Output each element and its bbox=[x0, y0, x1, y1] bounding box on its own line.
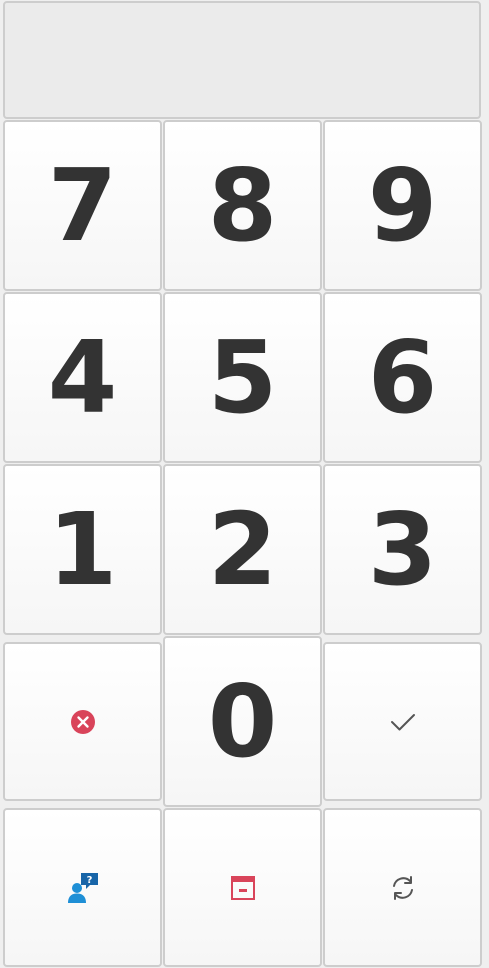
help-button[interactable]: ? bbox=[3, 808, 162, 967]
key-9[interactable]: 9 bbox=[323, 120, 482, 291]
key-8-label: 8 bbox=[207, 146, 278, 264]
key-3-label: 3 bbox=[367, 490, 438, 608]
key-6-label: 6 bbox=[367, 318, 438, 436]
user-question-icon: ? bbox=[66, 872, 100, 904]
key-9-label: 9 bbox=[367, 146, 438, 264]
clear-button[interactable] bbox=[3, 642, 162, 801]
refresh-icon bbox=[389, 874, 417, 902]
keypad: 7 8 9 4 5 6 1 2 3 0 ? bbox=[0, 0, 489, 968]
key-8[interactable]: 8 bbox=[163, 120, 322, 291]
key-7-label: 7 bbox=[47, 146, 118, 264]
checkmark-icon bbox=[389, 711, 417, 733]
entry-display bbox=[3, 1, 481, 119]
key-1-label: 1 bbox=[47, 490, 118, 608]
key-5-label: 5 bbox=[207, 318, 278, 436]
svg-text:?: ? bbox=[86, 875, 92, 886]
key-2[interactable]: 2 bbox=[163, 464, 322, 635]
refresh-button[interactable] bbox=[323, 808, 482, 967]
key-4-label: 4 bbox=[47, 318, 118, 436]
key-0[interactable]: 0 bbox=[163, 636, 322, 807]
confirm-button[interactable] bbox=[323, 642, 482, 801]
key-2-label: 2 bbox=[207, 490, 278, 608]
key-3[interactable]: 3 bbox=[323, 464, 482, 635]
close-circle-icon bbox=[70, 709, 96, 735]
key-5[interactable]: 5 bbox=[163, 292, 322, 463]
calendar-button[interactable] bbox=[163, 808, 322, 967]
key-4[interactable]: 4 bbox=[3, 292, 162, 463]
calendar-remove-icon bbox=[230, 875, 256, 901]
key-0-label: 0 bbox=[207, 662, 278, 780]
key-6[interactable]: 6 bbox=[323, 292, 482, 463]
key-7[interactable]: 7 bbox=[3, 120, 162, 291]
key-1[interactable]: 1 bbox=[3, 464, 162, 635]
